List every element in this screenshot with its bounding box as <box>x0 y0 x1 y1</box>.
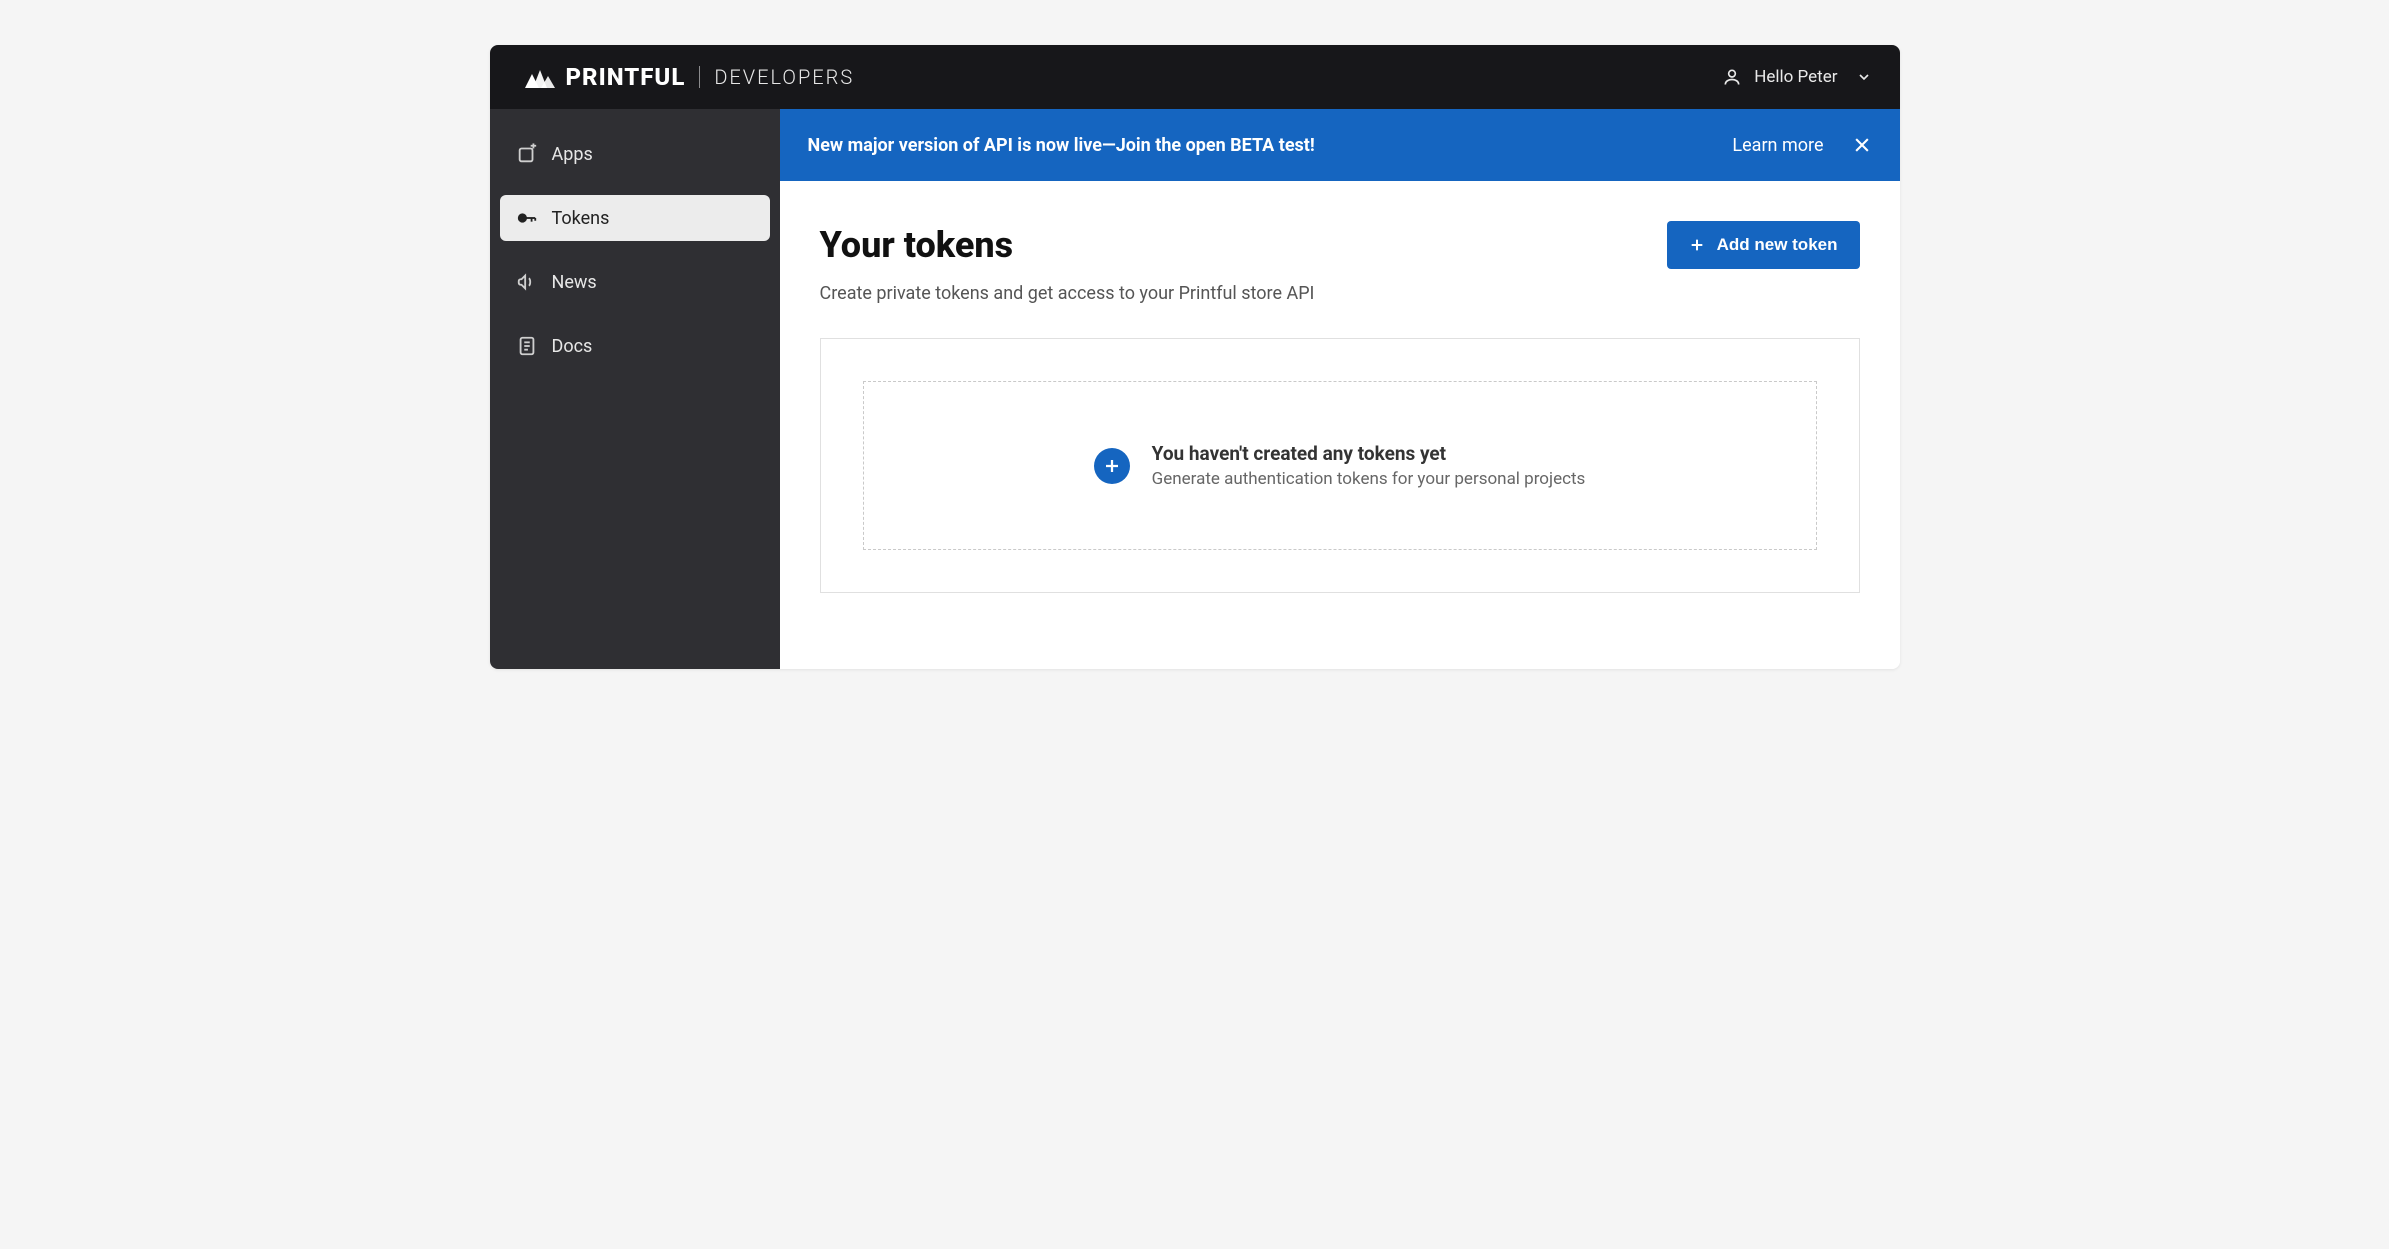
sidebar-item-news[interactable]: News <box>500 259 770 305</box>
page-subtitle: Create private tokens and get access to … <box>820 283 1860 304</box>
banner-text: New major version of API is now live—Joi… <box>808 135 1315 156</box>
sidebar-item-apps[interactable]: Apps <box>500 131 770 177</box>
tokens-card: You haven't created any tokens yet Gener… <box>820 338 1860 593</box>
banner-learn-more-link[interactable]: Learn more <box>1732 135 1823 156</box>
sidebar-item-label: Tokens <box>552 208 610 229</box>
close-icon <box>1852 135 1872 155</box>
sidebar-item-docs[interactable]: Docs <box>500 323 770 369</box>
apps-icon <box>516 143 538 165</box>
banner-close-button[interactable] <box>1852 135 1872 155</box>
mountains-icon <box>518 66 558 88</box>
plus-icon <box>1103 457 1121 475</box>
sidebar-item-label: News <box>552 272 597 293</box>
main-area: New major version of API is now live—Joi… <box>780 109 1900 669</box>
brand-name: PRINTFUL <box>566 63 686 91</box>
empty-state[interactable]: You haven't created any tokens yet Gener… <box>863 381 1817 550</box>
brand-subtitle: DEVELOPERS <box>714 65 854 89</box>
add-new-token-button[interactable]: Add new token <box>1667 221 1860 269</box>
plus-icon <box>1689 237 1705 253</box>
empty-plus-icon <box>1094 448 1130 484</box>
brand-separator <box>699 66 700 88</box>
body-layout: Apps Tokens <box>490 109 1900 669</box>
empty-subtitle: Generate authentication tokens for your … <box>1152 469 1586 489</box>
megaphone-icon <box>516 271 538 293</box>
empty-title: You haven't created any tokens yet <box>1152 442 1586 465</box>
brand-block: PRINTFUL DEVELOPERS <box>518 63 855 91</box>
page-content: Your tokens Add new token Create private… <box>780 181 1900 643</box>
empty-text: You haven't created any tokens yet Gener… <box>1152 442 1586 489</box>
banner-actions: Learn more <box>1732 135 1871 156</box>
sidebar: Apps Tokens <box>490 109 780 669</box>
brand-logo: PRINTFUL <box>518 63 686 91</box>
sidebar-item-label: Docs <box>552 336 593 357</box>
title-row: Your tokens Add new token <box>820 221 1860 269</box>
sidebar-item-tokens[interactable]: Tokens <box>500 195 770 241</box>
document-icon <box>516 335 538 357</box>
sidebar-item-label: Apps <box>552 144 593 165</box>
app-frame: PRINTFUL DEVELOPERS Hello Peter <box>490 45 1900 669</box>
page-title: Your tokens <box>820 224 1014 266</box>
user-greeting: Hello Peter <box>1754 67 1837 87</box>
user-menu[interactable]: Hello Peter <box>1722 67 1871 87</box>
user-icon <box>1722 67 1742 87</box>
key-icon <box>516 207 538 229</box>
announcement-banner: New major version of API is now live—Joi… <box>780 109 1900 181</box>
add-button-label: Add new token <box>1717 235 1838 255</box>
chevron-down-icon <box>1856 69 1872 85</box>
header-bar: PRINTFUL DEVELOPERS Hello Peter <box>490 45 1900 109</box>
